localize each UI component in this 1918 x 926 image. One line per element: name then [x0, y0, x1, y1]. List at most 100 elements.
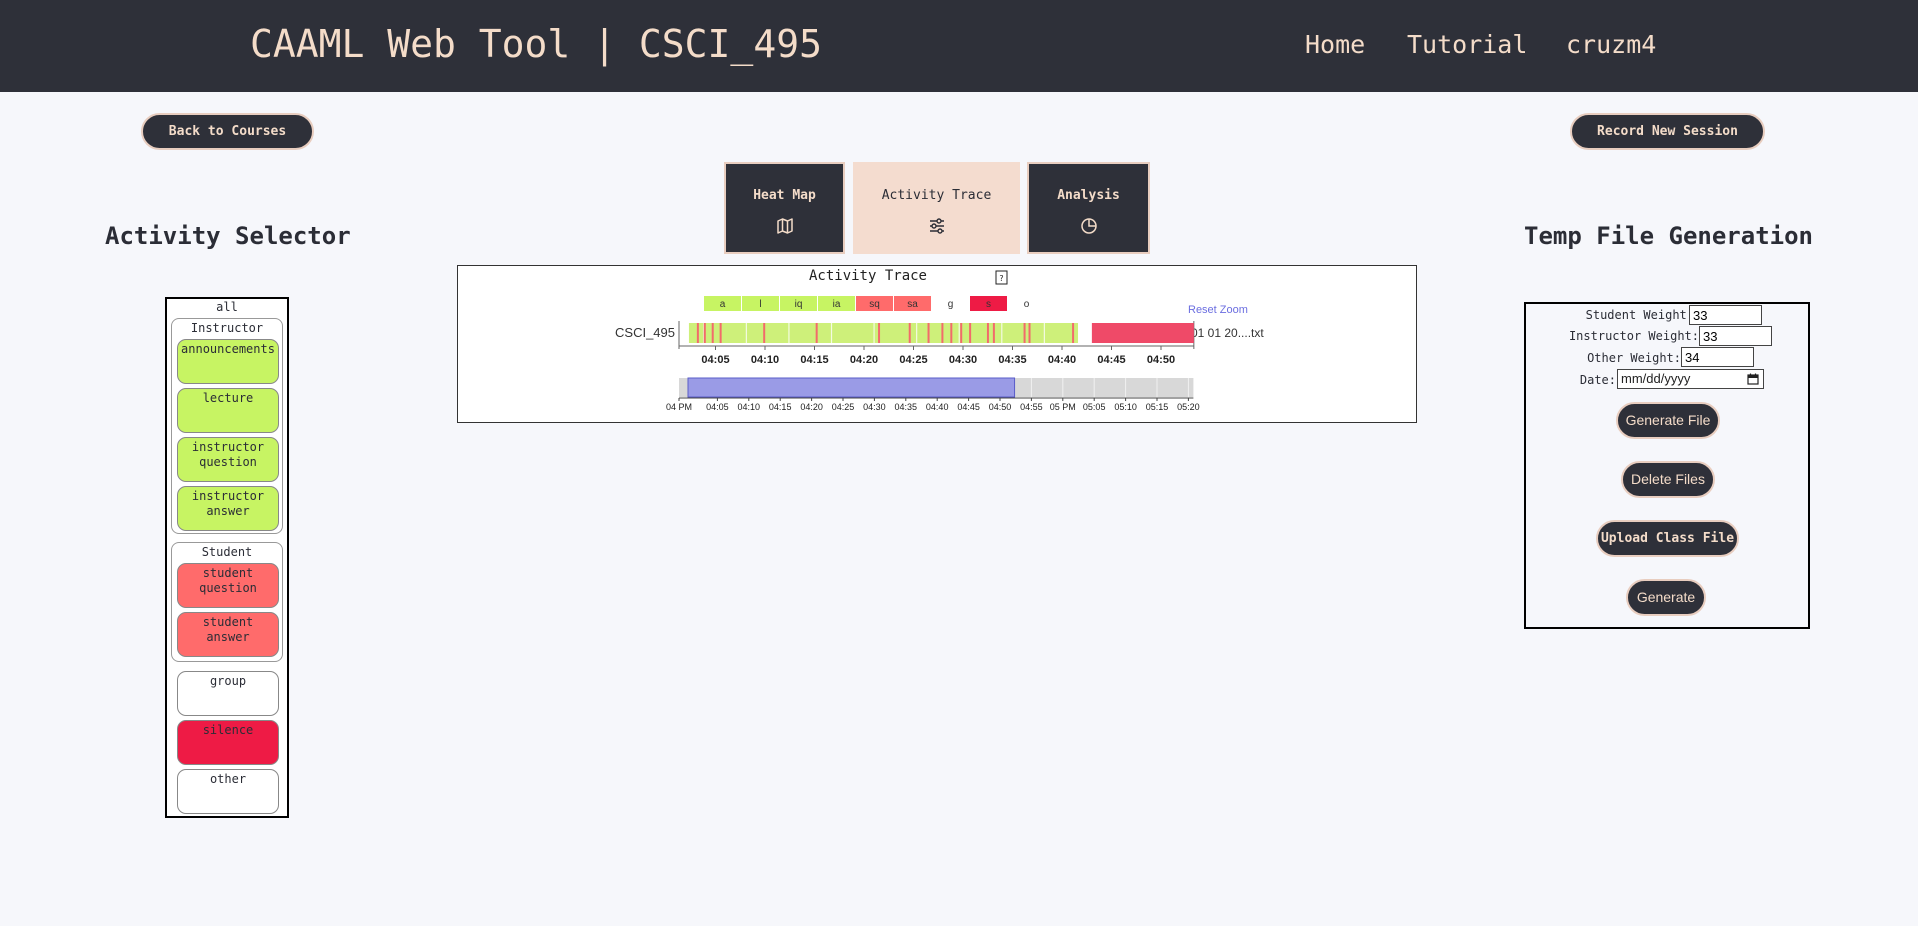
temp-file-generation-title: Temp File Generation [1524, 222, 1813, 250]
legend-label-o: o [1024, 299, 1030, 310]
upload-class-file-button[interactable]: Upload Class File [1596, 520, 1739, 557]
student-mark-1[interactable] [703, 323, 706, 343]
record-new-session-button[interactable]: Record New Session [1570, 113, 1765, 150]
brush-tick-label: 04:55 [1020, 402, 1043, 412]
other-button[interactable]: other [177, 769, 279, 814]
brush-tick-label: 04:45 [957, 402, 980, 412]
help-icon[interactable]: ? [995, 270, 1008, 285]
row-label: CSCI_495 [615, 325, 675, 340]
segment-l-0[interactable] [688, 323, 1079, 343]
brush-tick-label: 04:25 [832, 402, 855, 412]
student-group-title[interactable]: Student [172, 545, 282, 559]
x-tick-label: 04:10 [751, 354, 779, 366]
student-weight-input[interactable] [1689, 305, 1762, 325]
brush-tick-label: 04:20 [800, 402, 823, 412]
legend-label-l: l [759, 299, 761, 310]
legend-label-ia: ia [833, 299, 841, 310]
tab-analysis[interactable]: Analysis [1027, 162, 1150, 254]
brush-tick-label: 04:30 [863, 402, 886, 412]
instructor-weight-label: Instructor Weight: [1568, 329, 1699, 343]
student-mark-8[interactable] [927, 323, 930, 343]
pie-chart-icon [1080, 218, 1097, 234]
chart-title: Activity Trace [809, 268, 927, 284]
activity-all-button[interactable]: all [167, 300, 287, 314]
generate-file-button[interactable]: Generate File [1616, 402, 1720, 439]
instructor-weight-input[interactable] [1699, 326, 1772, 346]
generate-button[interactable]: Generate [1626, 579, 1706, 616]
student-mark-14[interactable] [992, 323, 995, 343]
date-placeholder: mm/dd/yyyy [1621, 371, 1691, 386]
student-weight-label: Student Weight: [1585, 308, 1694, 322]
tab-heat-map-label: Heat Map [753, 188, 816, 203]
date-input[interactable]: mm/dd/yyyy [1617, 369, 1764, 389]
student-mark-5[interactable] [815, 323, 818, 343]
brush-tick-label: 04:35 [895, 402, 918, 412]
segment-s-1[interactable] [1091, 323, 1194, 343]
student-mark-6[interactable] [878, 323, 881, 343]
tab-activity-trace[interactable]: Activity Trace [853, 162, 1020, 254]
student-mark-13[interactable] [986, 323, 989, 343]
student-question-button[interactable]: student question [177, 563, 279, 608]
nav-tutorial[interactable]: Tutorial [1407, 30, 1527, 59]
svg-text:?: ? [999, 274, 1003, 283]
back-to-courses-button[interactable]: Back to Courses [141, 113, 314, 150]
brush-tick-label: 05:20 [1177, 402, 1200, 412]
chart-legend: a l iq ia sq sa g s o [704, 296, 1045, 311]
x-axis: 04:05 04:10 04:15 04:20 04:25 04:30 04:35 04:40… [679, 345, 1194, 366]
top-navbar: CAAML Web Tool | CSCI_495 Home Tutorial … [0, 0, 1918, 92]
trace-track [678, 321, 1195, 349]
x-tick-label: 04:50 [1147, 354, 1175, 366]
brush-selection[interactable] [687, 377, 1016, 398]
instructor-answer-button[interactable]: instructor answer [177, 486, 279, 531]
student-mark-2[interactable] [711, 323, 714, 343]
reset-zoom-link[interactable]: Reset Zoom [1188, 304, 1248, 316]
brush-tick-label: 04:50 [989, 402, 1012, 412]
activity-trace-svg[interactable]: Activity Trace ? a l iq ia sq sa g s o Reset Zoo… [458, 266, 1416, 422]
brush-tick-label: 05:10 [1114, 402, 1137, 412]
student-mark-0[interactable] [696, 323, 699, 343]
student-mark-7[interactable] [908, 323, 911, 343]
activity-trace-chart: Activity Trace ? a l iq ia sq sa g s o Reset Zoo… [457, 265, 1417, 423]
activity-selector-title: Activity Selector [105, 222, 351, 250]
legend-label-a: a [720, 299, 726, 310]
nav-user[interactable]: cruzm4 [1566, 30, 1656, 59]
student-mark-12[interactable] [969, 323, 972, 343]
silence-button[interactable]: silence [177, 720, 279, 765]
student-mark-10[interactable] [950, 323, 953, 343]
legend-label-sa: sa [907, 299, 918, 310]
student-mark-16[interactable] [1028, 323, 1031, 343]
brush-tick-label: 05:15 [1146, 402, 1169, 412]
delete-files-button[interactable]: Delete Files [1621, 461, 1715, 498]
other-weight-label: Other Weight: [1587, 351, 1681, 365]
brand-title[interactable]: CAAML Web Tool | CSCI_495 [250, 22, 822, 66]
brush-tick-label: 04:10 [738, 402, 761, 412]
student-mark-17[interactable] [1072, 323, 1075, 343]
calendar-icon[interactable] [1747, 373, 1759, 385]
brush-tick-label: 04:40 [926, 402, 949, 412]
x-tick-label: 04:45 [1097, 354, 1125, 366]
student-mark-9[interactable] [941, 323, 944, 343]
activity-selector-panel: all Instructor announcements lecture ins… [165, 297, 289, 818]
tab-heat-map[interactable]: Heat Map [724, 162, 845, 254]
lecture-button[interactable]: lecture [177, 388, 279, 433]
instructor-group-title[interactable]: Instructor [172, 321, 282, 335]
student-mark-11[interactable] [960, 323, 963, 343]
brush-tick-label: 04:15 [769, 402, 792, 412]
x-tick-label: 04:20 [850, 354, 878, 366]
student-answer-button[interactable]: student answer [177, 612, 279, 657]
group-button[interactable]: group [177, 671, 279, 716]
temp-file-panel: Student Weight: Instructor Weight: Other… [1524, 302, 1810, 629]
tab-activity-trace-label: Activity Trace [881, 188, 992, 203]
other-weight-input[interactable] [1681, 347, 1754, 367]
instructor-question-button[interactable]: instructor question [177, 437, 279, 482]
x-tick-label: 04:30 [949, 354, 977, 366]
brush-timeline[interactable]: 04 PM 04:05 04:10 04:15 04:20 04:25 04:30 04:35… [666, 377, 1200, 412]
legend-label-iq: iq [795, 299, 803, 310]
map-icon [776, 218, 793, 234]
student-mark-4[interactable] [763, 323, 766, 343]
student-mark-3[interactable] [719, 323, 722, 343]
nav-home[interactable]: Home [1305, 30, 1365, 59]
announcements-button[interactable]: announcements [177, 339, 279, 384]
student-mark-15[interactable] [1023, 323, 1026, 343]
x-tick-label: 04:25 [899, 354, 927, 366]
